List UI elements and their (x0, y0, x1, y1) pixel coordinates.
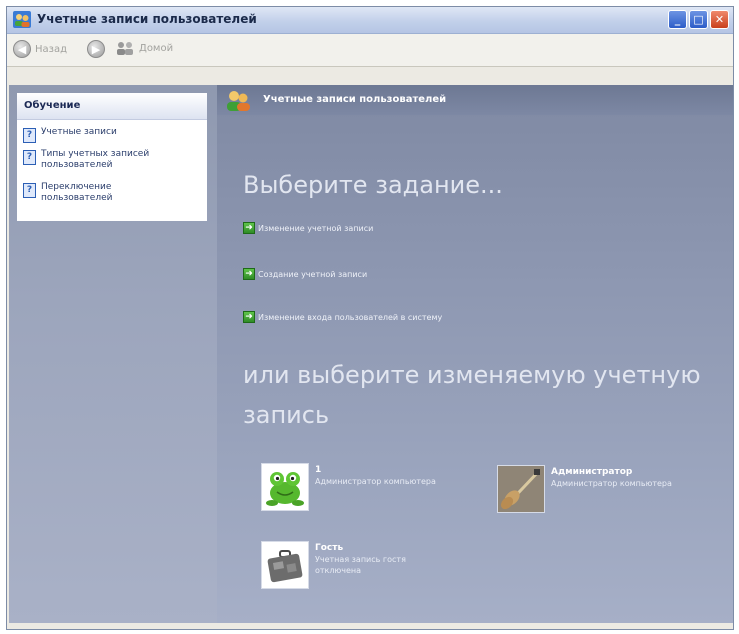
green-arrow-icon: ➜ (243, 311, 255, 323)
close-button[interactable]: ✕ (710, 10, 729, 29)
account-guest[interactable]: Гость Учетная запись гостя отключена (261, 541, 435, 589)
toolbar: ◀ Назад ▶ Домой (7, 34, 733, 67)
guitar-icon (498, 466, 544, 512)
forward-arrow-icon: ▶ (87, 40, 105, 58)
users-icon (227, 91, 250, 111)
minimize-button[interactable]: _ (668, 10, 687, 29)
back-button[interactable]: ◀ Назад (13, 40, 67, 58)
sidebar-item-account-types[interactable]: ? Типы учетных записей пользователей (23, 149, 171, 171)
avatar (261, 463, 309, 511)
task-label: Изменение входа пользователей в систему (258, 312, 443, 322)
avatar (497, 465, 545, 513)
back-arrow-icon: ◀ (13, 40, 31, 58)
help-icon: ? (23, 183, 36, 198)
task-label: Создание учетной записи (258, 269, 368, 279)
account-description: Администратор компьютера (315, 477, 436, 486)
window-title: Учетные записи пользователей (37, 12, 257, 26)
window: Учетные записи пользователей _ □ ✕ ◀ Наз… (6, 6, 734, 630)
sidebar-item-label: Учетные записи (41, 127, 117, 137)
account-name: 1 (315, 465, 322, 475)
account-administrator[interactable]: Администратор Администратор компьютера (497, 465, 672, 513)
briefcase-icon (267, 550, 303, 583)
task-heading: Выберите задание... (243, 171, 503, 199)
forward-button[interactable]: ▶ (87, 40, 105, 58)
green-arrow-icon: ➜ (243, 222, 255, 234)
account-description: Администратор компьютера (551, 479, 672, 488)
sidebar-item-label: Переключение пользователей (41, 182, 113, 203)
task-create-account[interactable]: ➜ Создание учетной записи (243, 268, 367, 280)
maximize-button[interactable]: □ (689, 10, 708, 29)
task-change-logon[interactable]: ➜ Изменение входа пользователей в систем… (243, 311, 442, 323)
task-change-account[interactable]: ➜ Изменение учетной записи (243, 222, 373, 234)
green-arrow-icon: ➜ (243, 268, 255, 280)
accounts-heading: или выберите изменяемую учетную запись (243, 361, 701, 429)
frog-icon (266, 472, 304, 506)
avatar (261, 541, 309, 589)
sidebar-item-accounts[interactable]: ? Учетные записи (23, 127, 117, 143)
account-name: Гость (315, 543, 344, 553)
home-label: Домой (139, 42, 174, 54)
left-pane: Обучение ? Учетные записи ? Типы учетных… (9, 85, 217, 623)
sidebar-item-switch-users[interactable]: ? Переключение пользователей (23, 182, 171, 204)
learn-about-panel: Обучение ? Учетные записи ? Типы учетных… (17, 93, 207, 221)
home-button[interactable]: Домой (115, 40, 173, 56)
home-icon (117, 42, 133, 55)
back-label: Назад (35, 43, 68, 55)
account-description: Учетная запись гостя отключена (315, 555, 406, 575)
account-1[interactable]: 1 Администратор компьютера (261, 463, 436, 511)
sidebar-item-label: Типы учетных записей пользователей (41, 149, 150, 170)
main-pane: Учетные записи пользователей Выберите за… (217, 85, 733, 623)
help-icon: ? (23, 150, 36, 165)
account-name: Администратор (551, 467, 633, 477)
title-bar[interactable]: Учетные записи пользователей _ □ ✕ (7, 7, 733, 34)
help-icon: ? (23, 128, 36, 143)
users-app-icon (13, 11, 31, 28)
task-label: Изменение учетной записи (258, 223, 374, 233)
main-header-title: Учетные записи пользователей (263, 94, 447, 105)
learn-about-heading: Обучение (17, 93, 207, 120)
main-header: Учетные записи пользователей (217, 85, 733, 115)
